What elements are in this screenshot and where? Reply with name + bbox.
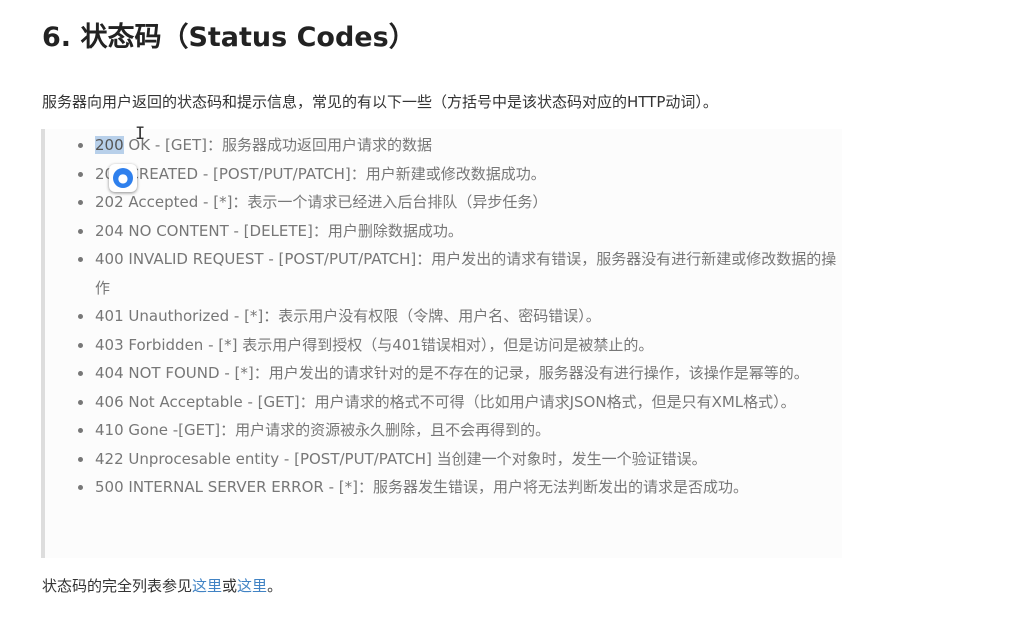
status-code-item: 406 Not Acceptable - [GET]：用户请求的格式不可得（比如…: [58, 388, 848, 417]
status-code-item: 422 Unprocesable entity - [POST/PUT/PATC…: [58, 445, 848, 474]
status-code-description: NOT FOUND - [*]：用户发出的请求针对的是不存在的记录，服务器没有进…: [123, 364, 809, 382]
status-code-link-1[interactable]: 这里: [192, 577, 222, 595]
status-code-item: 410 Gone -[GET]：用户请求的资源被永久删除，且不会再得到的。: [58, 416, 848, 445]
status-code-number: 422: [95, 449, 124, 468]
status-code-description: Accepted - [*]：表示一个请求已经进入后台排队（异步任务）: [123, 193, 548, 211]
status-code-number: 401: [95, 307, 124, 325]
status-code-item: 202 Accepted - [*]：表示一个请求已经进入后台排队（异步任务）: [58, 188, 848, 217]
status-code-item: 200 OK - [GET]：服务器成功返回用户请求的数据: [58, 131, 848, 160]
status-code-number: 406: [95, 392, 124, 411]
page-heading: 6. 状态码（Status Codes）: [42, 22, 416, 53]
status-code-number: 204: [95, 221, 124, 240]
footer-middle: 或: [222, 577, 238, 595]
status-code-item: 404 NOT FOUND - [*]：用户发出的请求针对的是不存在的记录，服务…: [58, 359, 848, 388]
status-code-item: 401 Unauthorized - [*]：表示用户没有权限（令牌、用户名、密…: [58, 302, 848, 331]
floating-app-icon[interactable]: ●: [109, 164, 137, 192]
status-code-description: Forbidden - [*] 表示用户得到授权（与401错误相对），但是访问是…: [123, 335, 654, 354]
status-code-description: NO CONTENT - [DELETE]：用户删除数据成功。: [123, 221, 463, 240]
status-code-description: OK - [GET]：服务器成功返回用户请求的数据: [123, 136, 432, 154]
footer-prefix: 状态码的完全列表参见: [42, 577, 193, 595]
status-code-description: Not Acceptable - [GET]：用户请求的格式不可得（比如用户请求…: [123, 392, 796, 411]
status-code-item: 204 NO CONTENT - [DELETE]：用户删除数据成功。: [58, 217, 848, 246]
status-code-description: INVALID REQUEST - [POST/PUT/PATCH]：用户发出的…: [95, 250, 837, 297]
status-code-link-2[interactable]: 这里: [237, 577, 267, 595]
status-code-number: 404: [95, 364, 124, 382]
status-code-number: 202: [95, 193, 124, 211]
status-code-number: 410: [95, 421, 124, 439]
status-code-description: Unprocesable entity - [POST/PUT/PATCH] 当…: [123, 449, 707, 468]
status-code-description: Gone -[GET]：用户请求的资源被永久删除，且不会再得到的。: [123, 421, 551, 439]
intro-paragraph: 服务器向用户返回的状态码和提示信息，常见的有以下一些（方括号中是该状态码对应的H…: [42, 93, 718, 111]
status-code-footer: 状态码的完全列表参见这里或这里。: [42, 574, 282, 598]
status-code-number-selected[interactable]: 200: [95, 136, 124, 154]
status-code-description: Unauthorized - [*]：表示用户没有权限（令牌、用户名、密码错误）…: [123, 307, 601, 325]
status-code-item: 201 CREATED - [POST/PUT/PATCH]：用户新建或修改数据…: [58, 160, 848, 189]
status-code-number: 403: [95, 335, 124, 354]
markdown-page: 6. 状态码（Status Codes） 服务器向用户返回的状态码和提示信息，常…: [0, 0, 1035, 627]
status-code-item: 403 Forbidden - [*] 表示用户得到授权（与401错误相对），但…: [58, 331, 848, 360]
status-code-description: INTERNAL SERVER ERROR - [*]：服务器发生错误，用户将无…: [123, 478, 748, 496]
floating-app-inner-icon: ●: [113, 168, 133, 188]
status-code-item: 400 INVALID REQUEST - [POST/PUT/PATCH]：用…: [58, 245, 848, 302]
status-code-list: 200 OK - [GET]：服务器成功返回用户请求的数据 201 CREATE…: [58, 131, 848, 502]
text-cursor-icon: I: [135, 124, 146, 144]
status-code-description: CREATED - [POST/PUT/PATCH]：用户新建或修改数据成功。: [123, 164, 546, 183]
status-code-number: 500: [95, 478, 124, 496]
status-code-number: 400: [95, 250, 124, 268]
footer-suffix: 。: [267, 577, 283, 595]
status-code-item: 500 INTERNAL SERVER ERROR - [*]：服务器发生错误，…: [58, 473, 848, 502]
